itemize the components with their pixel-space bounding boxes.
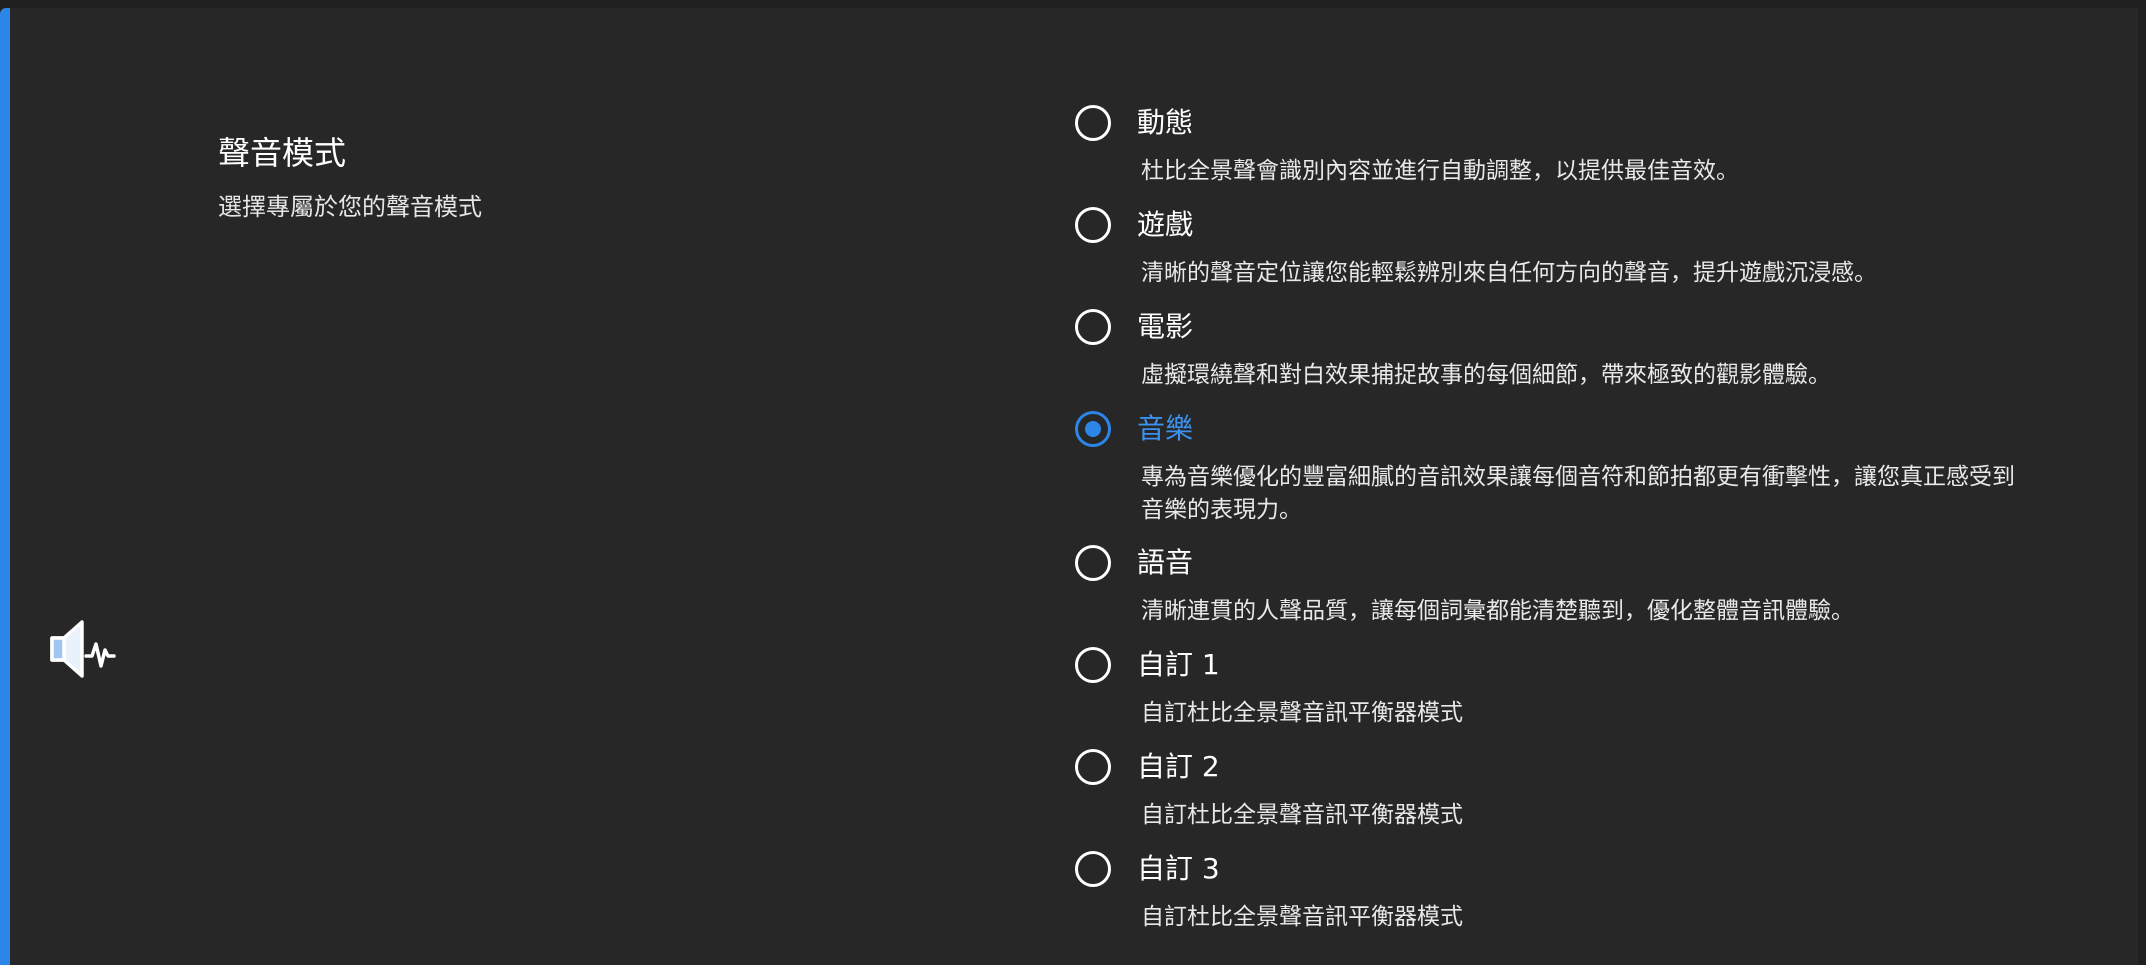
option-description: 清晰連貫的人聲品質，讓每個詞彙都能清楚聽到，優化整體音訊體驗。: [1141, 598, 1854, 624]
option-label: 自訂 1: [1137, 648, 1220, 681]
radio-dot: [1085, 421, 1101, 437]
option-label: 語音: [1137, 546, 1194, 579]
radio-button[interactable]: [1075, 545, 1111, 581]
option-description: 專為音樂優化的豐富細膩的音訊效果讓每個音符和節拍都更有衝擊性，讓您真正感受到音樂…: [1141, 464, 2015, 523]
option-description: 自訂杜比全景聲音訊平衡器模式: [1141, 700, 1463, 726]
section-title: 聲音模式: [218, 134, 347, 172]
radio-button[interactable]: [1075, 207, 1111, 243]
radio-button[interactable]: [1075, 647, 1111, 683]
radio-button[interactable]: [1075, 749, 1111, 785]
option-description: 虛擬環繞聲和對白效果捕捉故事的每個細節，帶來極致的觀影體驗。: [1141, 362, 1831, 388]
radio-button[interactable]: [1075, 309, 1111, 345]
option-description: 自訂杜比全景聲音訊平衡器模式: [1141, 802, 1463, 828]
option-label: 自訂 3: [1137, 852, 1220, 885]
option-label: 自訂 2: [1137, 750, 1220, 783]
option-label: 遊戲: [1137, 208, 1194, 241]
sound-mode-options: 動態 杜比全景聲會識別內容並進行自動調整，以提供最佳音效。 遊戲 清晰的聲音定位…: [1075, 0, 2075, 965]
radio-button[interactable]: [1075, 851, 1111, 887]
option-label: 電影: [1137, 310, 1194, 343]
option-label: 動態: [1137, 106, 1194, 139]
option-description: 杜比全景聲會識別內容並進行自動調整，以提供最佳音效。: [1141, 158, 1739, 184]
radio-button[interactable]: [1075, 105, 1111, 141]
option-description: 清晰的聲音定位讓您能輕鬆辨別來自任何方向的聲音，提升遊戲沉浸感。: [1141, 260, 1877, 286]
accent-bar: [0, 8, 10, 965]
section-subtitle: 選擇專屬於您的聲音模式: [218, 193, 482, 221]
radio-button-selected[interactable]: [1075, 411, 1111, 447]
option-description: 自訂杜比全景聲音訊平衡器模式: [1141, 904, 1463, 930]
speaker-waveform-icon: [48, 614, 118, 684]
option-label: 音樂: [1137, 412, 1194, 445]
